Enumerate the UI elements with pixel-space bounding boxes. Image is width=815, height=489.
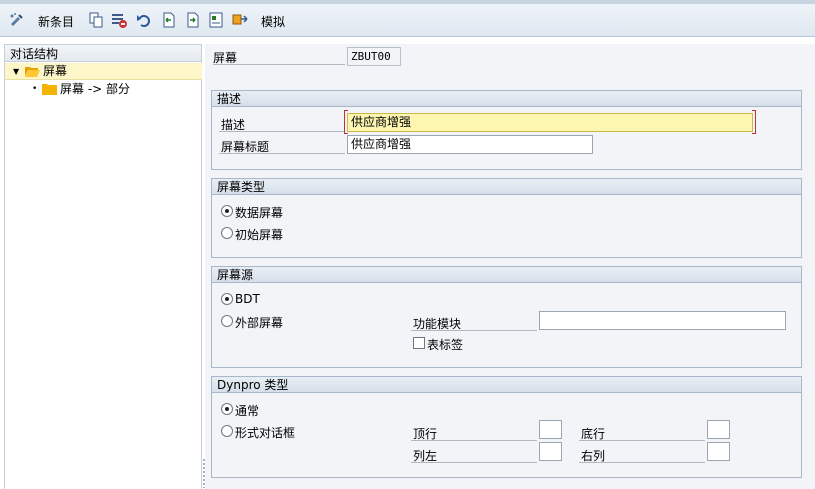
- label-underline: [411, 462, 537, 463]
- transport-icon[interactable]: [231, 11, 249, 29]
- label-underline: [579, 440, 705, 441]
- screen-id-field: ZBUT00: [347, 47, 401, 66]
- modal-dialog-label: 形式对话框: [235, 426, 296, 440]
- tree-node-screen[interactable]: ▼ 屏幕: [5, 63, 202, 80]
- modal-dialog-radio[interactable]: [221, 425, 233, 437]
- display-change-icon[interactable]: [8, 11, 26, 29]
- tree-node-label: 屏幕: [43, 64, 68, 78]
- group-title: 屏幕源: [212, 267, 801, 283]
- previous-entry-icon[interactable]: [160, 11, 178, 29]
- dialog-structure-header: 对话结构: [5, 44, 201, 62]
- other-entry-icon[interactable]: [207, 11, 225, 29]
- copy-icon[interactable]: [87, 11, 105, 29]
- group-title: 屏幕类型: [212, 179, 801, 195]
- tree-node-label: 屏幕 -> 部分: [60, 82, 131, 96]
- tree-node-screen-section[interactable]: • 屏幕 -> 部分: [5, 81, 202, 98]
- label-underline: [579, 462, 705, 463]
- data-screen-label: 数据屏幕: [235, 206, 284, 220]
- delete-icon[interactable]: [110, 11, 128, 29]
- table-tab-label: 表标签: [427, 338, 464, 352]
- new-entries-button[interactable]: 新条目: [38, 13, 74, 30]
- initial-screen-radio[interactable]: [221, 227, 233, 239]
- normal-radio[interactable]: [221, 403, 233, 415]
- application-toolbar: 新条目 模拟: [0, 4, 815, 37]
- screen-title-input[interactable]: 供应商增强: [347, 135, 593, 154]
- label-underline: [219, 131, 345, 132]
- left-column-input[interactable]: [539, 442, 562, 461]
- bdt-label: BDT: [235, 292, 260, 306]
- right-column-input[interactable]: [707, 442, 730, 461]
- dialog-structure-panel: 对话结构 ▼ 屏幕 • 屏幕 -> 部分: [4, 44, 202, 489]
- function-module-input[interactable]: [539, 311, 786, 330]
- external-screen-label: 外部屏幕: [235, 316, 284, 330]
- bullet-icon: •: [32, 84, 38, 94]
- group-title: 描述: [212, 91, 801, 107]
- data-screen-radio[interactable]: [221, 205, 233, 217]
- initial-screen-label: 初始屏幕: [235, 228, 284, 242]
- external-screen-radio[interactable]: [221, 315, 233, 327]
- simulate-button[interactable]: 模拟: [261, 13, 285, 30]
- top-row-input[interactable]: [539, 420, 562, 439]
- screen-type-group: 屏幕类型: [211, 178, 802, 258]
- label-underline: [411, 330, 537, 331]
- label-underline: [411, 440, 537, 441]
- expand-arrow-icon[interactable]: ▼: [13, 63, 19, 80]
- label-underline: [219, 153, 345, 154]
- next-entry-icon[interactable]: [184, 11, 202, 29]
- table-tab-checkbox[interactable]: [413, 337, 425, 349]
- bottom-row-input[interactable]: [707, 420, 730, 439]
- open-folder-icon: [25, 67, 40, 77]
- bdt-radio[interactable]: [221, 293, 233, 305]
- folder-icon: [42, 84, 57, 95]
- group-title: Dynpro 类型: [212, 377, 801, 393]
- undo-icon[interactable]: [135, 11, 153, 29]
- normal-label: 通常: [235, 404, 260, 418]
- screen-label-underline: [213, 64, 345, 65]
- description-input[interactable]: 供应商增强: [347, 113, 753, 132]
